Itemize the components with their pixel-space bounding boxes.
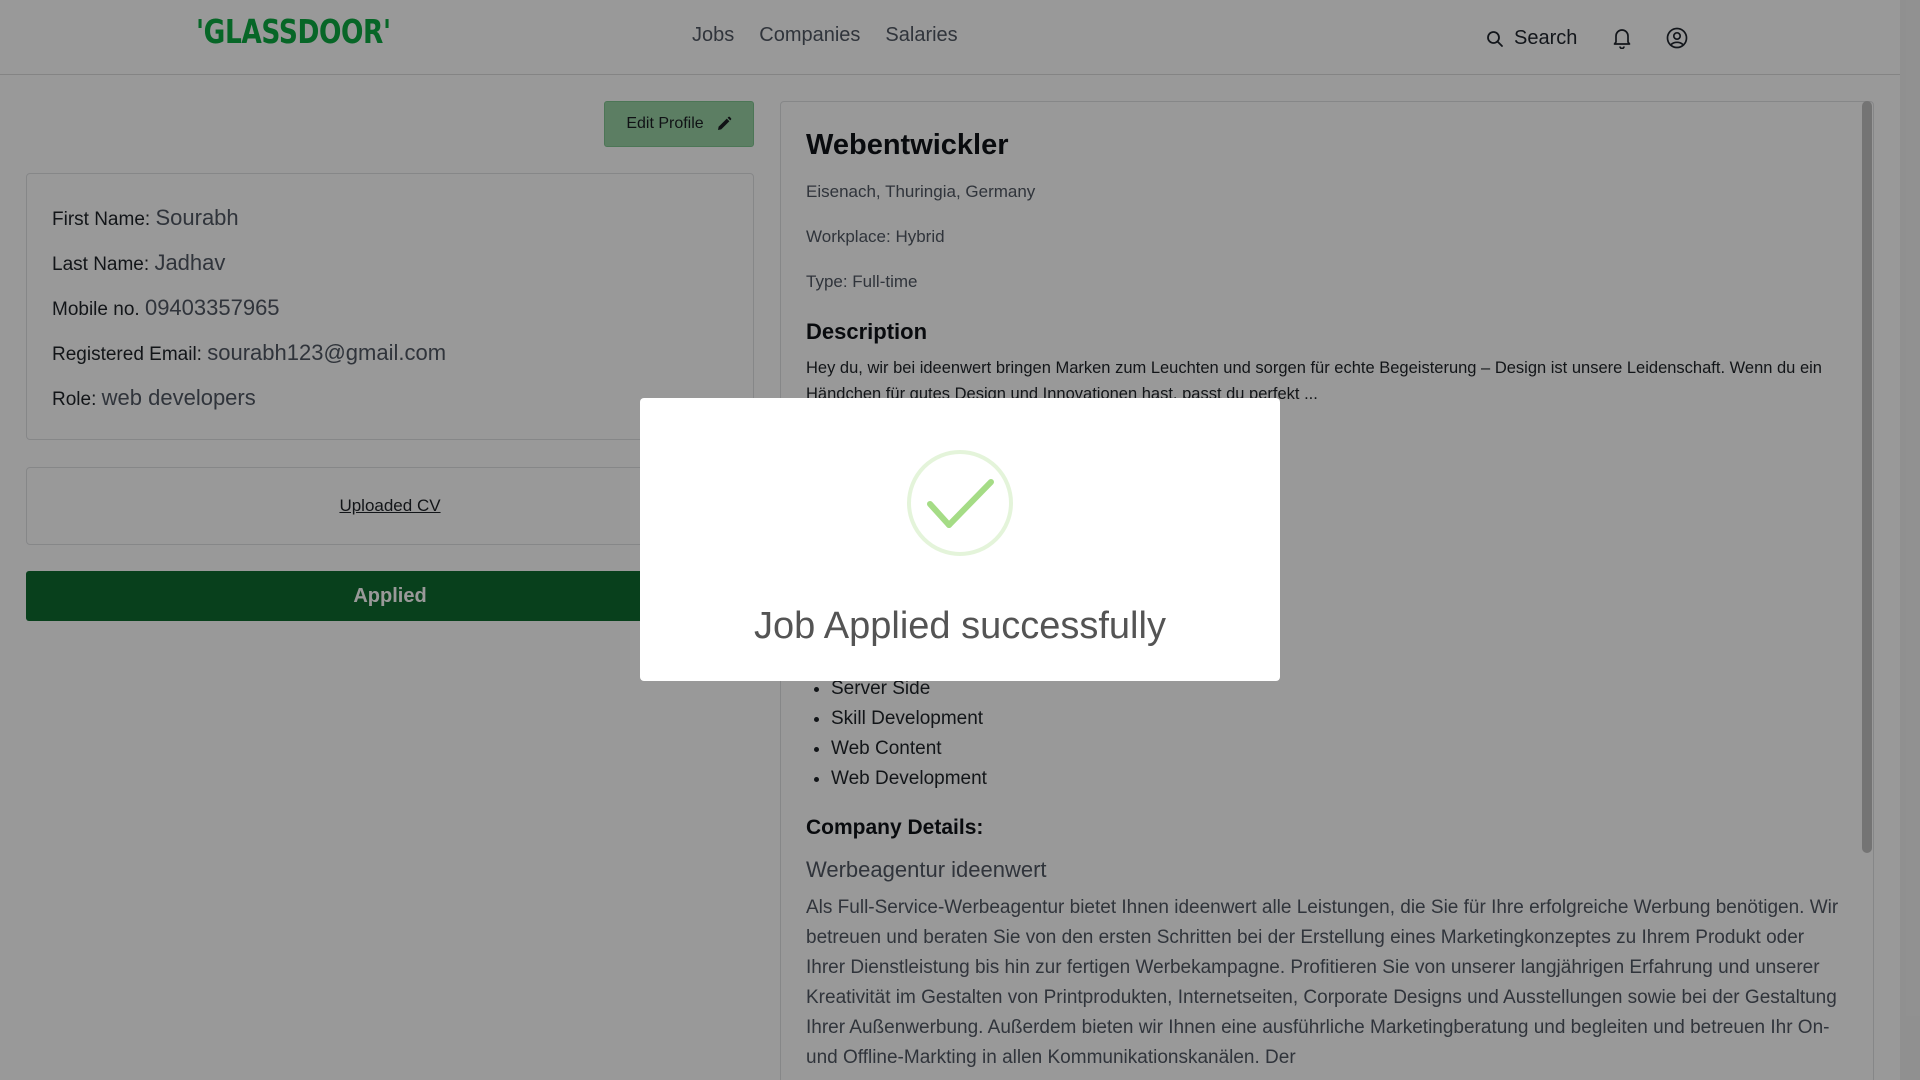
success-modal: Job Applied successfully <box>640 398 1280 681</box>
success-check-icon <box>907 450 1013 556</box>
modal-message: Job Applied successfully <box>754 605 1166 647</box>
